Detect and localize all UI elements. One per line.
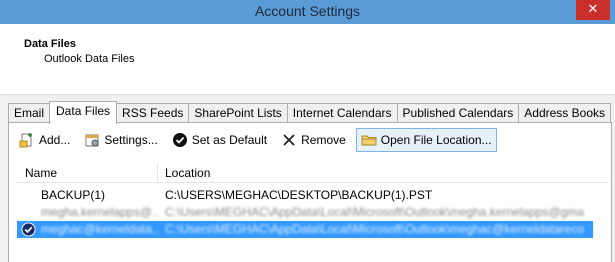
list-header: Name Location	[17, 163, 609, 183]
remove-label: Remove	[301, 133, 346, 147]
add-button[interactable]: Add...	[15, 128, 74, 152]
tab-published-calendars[interactable]: Published Calendars	[396, 103, 520, 123]
open-file-location-label: Open File Location...	[380, 133, 492, 147]
dialog-body: Email Data Files RSS Feeds SharePoint Li…	[0, 94, 615, 262]
set-default-label: Set as Default	[191, 133, 268, 147]
settings-label: Settings...	[104, 133, 158, 147]
dialog-header: Data Files Outlook Data Files	[0, 24, 615, 94]
checkmark-circle-icon	[172, 132, 188, 148]
list-item[interactable]: BACKUP(1) C:\USERS\MEGHAC\DESKTOP\BACKUP…	[17, 187, 593, 204]
window-title: Account Settings	[254, 3, 361, 19]
file-location: C:\Users\MEGHAC\AppData\Local\Microsoft\…	[165, 222, 585, 236]
file-name: BACKUP(1)	[41, 188, 106, 202]
list-item[interactable]: megha.kernelapps@... C:\Users\MEGHAC\App…	[17, 204, 593, 221]
default-check-icon	[21, 222, 36, 237]
file-name: megha.kernelapps@...	[41, 205, 159, 219]
tab-address-books[interactable]: Address Books	[518, 103, 611, 123]
file-name: meghac@kerneldata...	[41, 222, 159, 236]
data-files-panel: Add... Settings... Set as Default Remove	[8, 122, 612, 262]
tab-rss-feeds[interactable]: RSS Feeds	[116, 103, 190, 123]
file-location: C:\USERS\MEGHAC\DESKTOP\BACKUP(1).PST	[165, 188, 433, 202]
add-label: Add...	[39, 133, 71, 147]
header-subtitle: Outlook Data Files	[44, 53, 135, 65]
remove-button[interactable]: Remove	[277, 128, 350, 152]
tab-data-files[interactable]: Data Files	[49, 101, 118, 124]
settings-icon	[84, 132, 100, 148]
folder-icon	[361, 132, 377, 148]
tab-strip: Email Data Files RSS Feeds SharePoint Li…	[8, 101, 611, 124]
tab-internet-calendars[interactable]: Internet Calendars	[286, 103, 398, 123]
data-files-list: Name Location BACKUP(1) C:\USERS\MEGHAC\…	[17, 163, 609, 262]
close-button[interactable]: ✕	[576, 0, 610, 20]
open-file-location-button[interactable]: Open File Location...	[355, 128, 497, 152]
column-header-name[interactable]: Name	[25, 166, 57, 180]
tab-email[interactable]: Email	[8, 103, 51, 123]
column-header-location[interactable]: Location	[165, 166, 210, 180]
list-item-selected[interactable]: meghac@kerneldata... C:\Users\MEGHAC\App…	[17, 221, 593, 238]
remove-x-icon	[281, 132, 297, 148]
header-title: Data Files	[24, 38, 76, 50]
column-separator	[157, 163, 158, 183]
tab-sharepoint-lists[interactable]: SharePoint Lists	[188, 103, 288, 123]
file-location: C:\Users\MEGHAC\AppData\Local\Microsoft\…	[165, 205, 585, 219]
toolbar: Add... Settings... Set as Default Remove	[15, 127, 503, 153]
settings-button[interactable]: Settings...	[80, 128, 161, 152]
set-default-button[interactable]: Set as Default	[168, 128, 271, 152]
title-bar: Account Settings ✕	[0, 0, 615, 24]
add-file-icon	[19, 132, 35, 148]
